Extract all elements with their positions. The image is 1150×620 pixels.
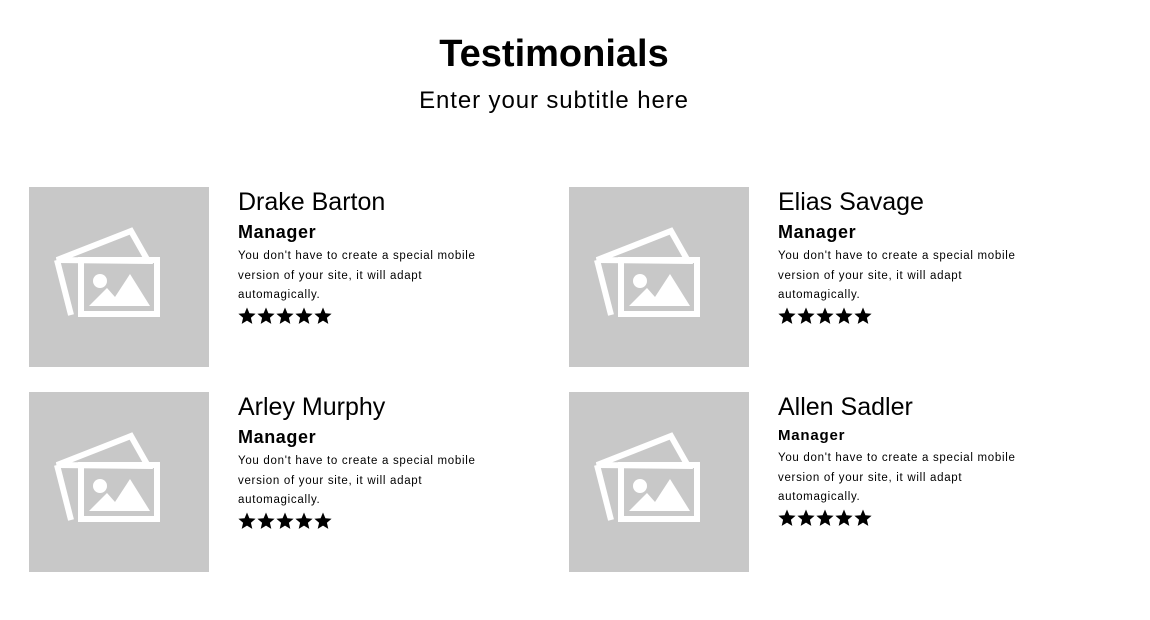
star-icon [238,512,256,530]
star-icon [797,307,815,325]
avatar-placeholder [29,187,209,367]
star-rating [778,307,1018,325]
star-icon [295,512,313,530]
star-icon [238,307,256,325]
star-icon [835,307,853,325]
star-icon [816,307,834,325]
testimonial-card: Drake Barton Manager You don't have to c… [29,187,509,367]
star-icon [797,509,815,527]
reviewer-name: Allen Sadler [778,393,913,421]
star-icon [314,307,332,325]
star-rating [778,509,1018,527]
image-placeholder-icon [594,227,700,317]
section-subtitle: Enter your subtitle here [419,87,689,114]
star-icon [778,509,796,527]
testimonials-section: Testimonials Enter your subtitle here Dr… [0,0,1150,620]
star-icon [314,512,332,530]
star-icon [854,509,872,527]
avatar-placeholder [569,187,749,367]
reviewer-role: Manager [778,427,846,444]
reviewer-role: Manager [238,222,317,242]
star-rating [238,512,478,530]
image-placeholder-icon [54,432,160,522]
reviewer-role: Manager [238,427,317,447]
star-icon [276,512,294,530]
testimonial-text: You don't have to create a special mobil… [778,250,1016,302]
testimonial-card: Arley Murphy Manager You don't have to c… [29,392,509,572]
star-icon [816,509,834,527]
reviewer-name: Drake Barton [238,188,386,216]
star-icon [257,307,275,325]
image-placeholder-icon [54,227,160,317]
star-icon [257,512,275,530]
avatar-placeholder [569,392,749,572]
avatar-placeholder [29,392,209,572]
testimonial-text: You don't have to create a special mobil… [778,452,1016,504]
star-icon [295,307,313,325]
image-placeholder-icon [594,432,700,522]
reviewer-name: Arley Murphy [238,393,386,421]
testimonial-card: Allen Sadler Manager You don't have to c… [569,392,1049,572]
star-icon [854,307,872,325]
section-title: Testimonials [439,33,669,75]
star-icon [835,509,853,527]
testimonial-text: You don't have to create a special mobil… [238,250,476,302]
star-icon [778,307,796,325]
reviewer-role: Manager [778,222,857,242]
reviewer-name: Elias Savage [778,188,924,216]
testimonial-text: You don't have to create a special mobil… [238,455,476,507]
star-icon [276,307,294,325]
testimonial-card: Elias Savage Manager You don't have to c… [569,187,1049,367]
star-rating [238,307,478,325]
